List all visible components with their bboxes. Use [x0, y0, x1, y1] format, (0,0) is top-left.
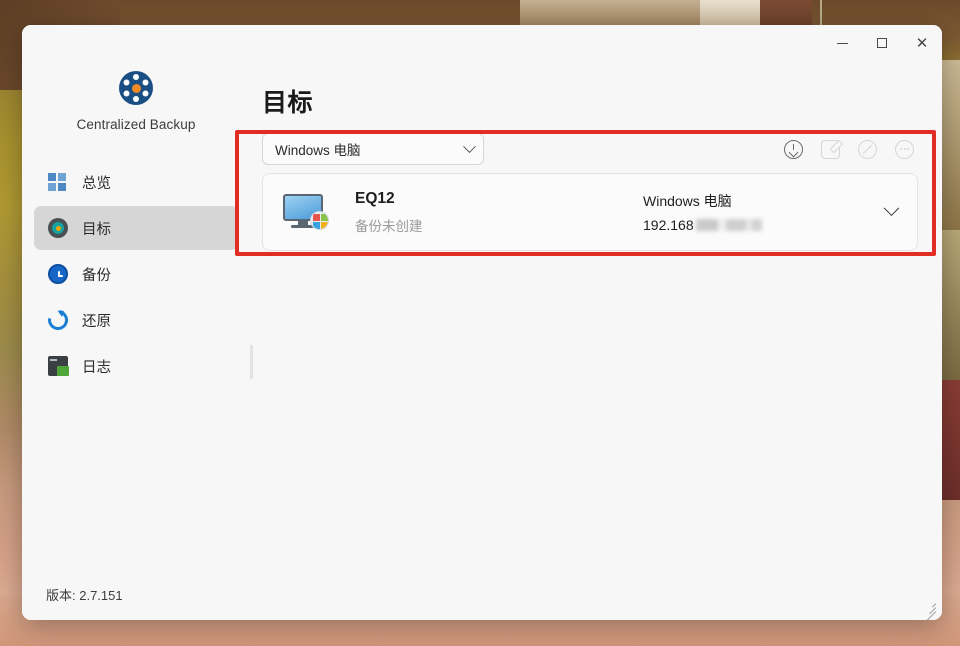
- sidebar-item-restore[interactable]: 还原: [34, 298, 238, 342]
- grid-overview-icon: [48, 172, 68, 192]
- device-type-filter-value: Windows 电脑: [275, 143, 361, 158]
- close-button[interactable]: ✕: [902, 29, 942, 57]
- sidebar-item-overview[interactable]: 总览: [34, 160, 238, 204]
- device-ip-masked: [695, 219, 762, 231]
- refresh-restore-icon: [44, 306, 72, 334]
- download-icon[interactable]: [784, 139, 803, 159]
- sidebar-item-backup[interactable]: 备份: [34, 252, 238, 296]
- device-type: Windows 电脑: [643, 193, 732, 209]
- maximize-button[interactable]: [862, 29, 902, 57]
- sidebar-item-label: 日志: [82, 359, 111, 376]
- brand: Centralized Backup: [22, 65, 250, 142]
- sidebar-item-label: 备份: [82, 267, 111, 284]
- sidebar-item-label: 总览: [82, 175, 111, 192]
- sidebar: Centralized Backup 总览 目标 备份 还原 日志 版本: 2.…: [22, 61, 250, 620]
- chevron-down-icon[interactable]: [883, 199, 900, 216]
- toolbar-actions: [784, 139, 918, 159]
- close-icon: ✕: [915, 34, 929, 52]
- title-bar: ✕: [22, 25, 942, 61]
- app-window: ✕ Centralized Backup 总览 目标 备份 还原 日志 版本: …: [22, 25, 942, 620]
- sidebar-item-log[interactable]: 日志: [34, 344, 238, 388]
- more-icon[interactable]: [895, 139, 914, 159]
- device-row[interactable]: EQ12 备份未创建 Windows 电脑 192.168: [262, 173, 918, 251]
- device-status: 备份未创建: [355, 218, 423, 234]
- clock-backup-icon: [48, 264, 68, 284]
- device-ip: 192.168: [643, 217, 694, 233]
- minimize-icon: [836, 42, 848, 44]
- sidebar-item-label: 目标: [82, 221, 111, 238]
- toolbar-row: Windows 电脑: [262, 133, 918, 165]
- window-body: Centralized Backup 总览 目标 备份 还原 日志 版本: 2.…: [22, 61, 942, 620]
- edit-icon[interactable]: [821, 139, 840, 159]
- chevron-down-icon: [463, 139, 476, 153]
- device-type-filter[interactable]: Windows 电脑: [262, 133, 484, 165]
- panel-splitter[interactable]: [250, 345, 253, 379]
- version-label: 版本: 2.7.151: [46, 588, 123, 603]
- minimize-button[interactable]: [822, 29, 862, 57]
- block-icon[interactable]: [858, 139, 877, 159]
- document-log-icon: [48, 356, 69, 376]
- resize-grip[interactable]: [922, 600, 937, 620]
- sidebar-item-target[interactable]: 目标: [34, 206, 238, 250]
- sidebar-item-label: 还原: [82, 313, 111, 330]
- device-ip-row: 192.168: [643, 217, 886, 233]
- maximize-icon: [877, 38, 887, 48]
- target-icon: [48, 218, 68, 238]
- device-identity: EQ12 备份未创建: [355, 190, 635, 235]
- windows-computer-icon: [283, 192, 329, 232]
- page-title: 目标: [262, 89, 314, 117]
- device-name: EQ12: [355, 189, 395, 207]
- main-content: 目标 Windows 电脑 EQ12 备份未创建 Windows 电脑 192.…: [250, 61, 942, 620]
- hub-network-icon: [119, 71, 153, 105]
- sidebar-nav: 总览 目标 备份 还原 日志: [22, 160, 250, 390]
- device-meta: Windows 电脑 192.168: [643, 191, 886, 233]
- brand-name: Centralized Backup: [76, 117, 196, 132]
